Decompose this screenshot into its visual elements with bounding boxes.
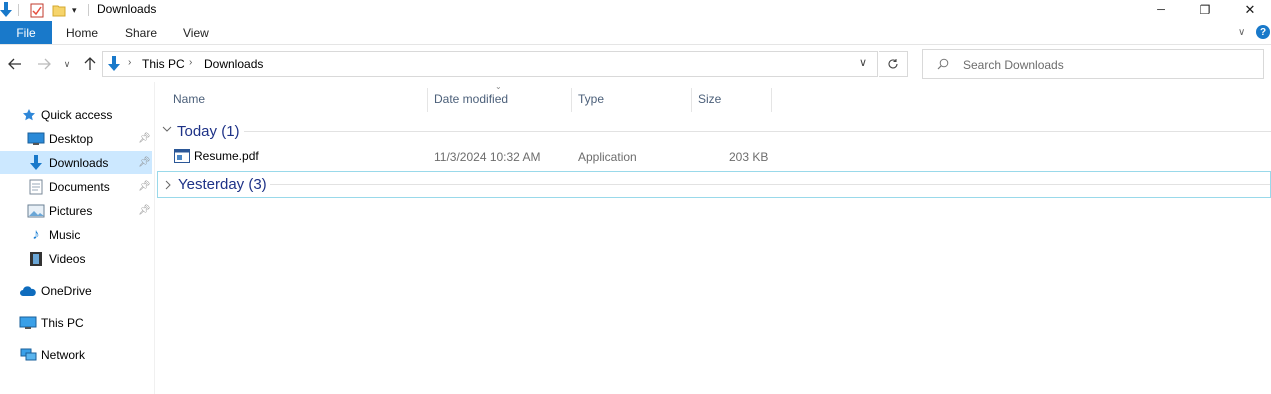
new-folder-icon[interactable] xyxy=(52,2,66,18)
chevron-down-icon xyxy=(162,123,172,137)
sidebar-item-label: Network xyxy=(41,347,86,362)
address-dropdown-icon[interactable]: ∨ xyxy=(859,56,867,69)
expand-ribbon-icon[interactable]: ∨ xyxy=(1238,21,1245,44)
tab-file[interactable]: File xyxy=(0,21,52,44)
breadcrumb-downloads[interactable]: Downloads xyxy=(204,57,263,71)
up-arrow-icon xyxy=(84,57,96,70)
sidebar-item-label: Quick access xyxy=(41,107,113,122)
column-divider[interactable] xyxy=(427,88,428,112)
refresh-button[interactable] xyxy=(879,51,908,77)
search-placeholder: Search Downloads xyxy=(963,58,1064,72)
sidebar-item-label: Documents xyxy=(49,179,110,194)
sidebar-item-documents[interactable]: Documents 📌︎ xyxy=(0,175,152,198)
tab-view[interactable]: View xyxy=(183,21,209,44)
pin-icon: 📌︎ xyxy=(138,181,151,192)
back-button[interactable] xyxy=(5,53,25,75)
documents-icon xyxy=(27,179,45,195)
sidebar-item-label: OneDrive xyxy=(41,283,92,298)
column-header-size[interactable]: Size xyxy=(698,86,721,112)
help-icon[interactable]: ? xyxy=(1256,25,1270,39)
navigation-pane: Quick access Desktop 📌︎ Downloads 📌︎ Doc… xyxy=(0,90,154,394)
sidebar-item-label: Music xyxy=(49,227,81,242)
downloads-folder-icon xyxy=(0,2,12,18)
title-separator xyxy=(88,4,89,16)
tab-share[interactable]: Share xyxy=(125,21,157,44)
sidebar-item-label: Desktop xyxy=(49,131,94,146)
sidebar-item-desktop[interactable]: Desktop 📌︎ xyxy=(0,127,152,150)
sidebar-item-label: Pictures xyxy=(49,203,93,218)
file-date-modified: 11/3/2024 10:32 AM xyxy=(434,150,541,164)
videos-icon xyxy=(27,251,45,267)
column-header-name[interactable]: Name xyxy=(173,86,205,112)
breadcrumb-chevron-icon: › xyxy=(189,57,193,68)
recent-locations-dropdown[interactable]: ∨ xyxy=(60,53,74,75)
ribbon-tabs: File Home Share View ∨ ? xyxy=(0,21,1271,45)
breadcrumb-chevron-icon: › xyxy=(128,57,132,68)
maximize-button[interactable]: ❐ xyxy=(1182,0,1228,20)
close-button[interactable]: ✕ xyxy=(1227,0,1271,20)
search-box[interactable]: Search Downloads xyxy=(922,49,1264,79)
file-type: Application xyxy=(578,150,637,164)
sidebar-item-label: Videos xyxy=(49,251,86,266)
minimize-icon: ─ xyxy=(1157,4,1165,16)
downloads-icon xyxy=(27,154,45,171)
sidebar-item-onedrive[interactable]: OneDrive xyxy=(0,279,152,302)
up-button[interactable] xyxy=(80,53,100,75)
sidebar-item-pictures[interactable]: Pictures 📌︎ xyxy=(0,199,152,222)
sidebar-item-this-pc[interactable]: This PC xyxy=(0,311,152,334)
column-header-type[interactable]: Type xyxy=(578,86,604,112)
restore-icon: ❐ xyxy=(1199,3,1211,17)
forward-arrow-icon xyxy=(38,58,51,70)
address-bar[interactable]: › This PC › Downloads ∨ xyxy=(102,51,878,77)
group-header-today[interactable]: Today (1) xyxy=(157,118,1271,144)
sort-chevron-icon: ⌄ xyxy=(495,82,502,91)
pin-icon: 📌︎ xyxy=(138,157,151,168)
sidebar-item-label: Downloads xyxy=(49,155,109,170)
file-name: Resume.pdf xyxy=(194,149,259,163)
file-size: 203 KB xyxy=(729,150,769,164)
window-title: Downloads xyxy=(97,2,157,16)
pane-divider[interactable] xyxy=(154,82,155,394)
computer-icon xyxy=(19,315,37,331)
forward-button[interactable] xyxy=(34,53,54,75)
group-divider-line xyxy=(270,184,1270,185)
toolbar-separator xyxy=(18,4,19,16)
sidebar-item-videos[interactable]: Videos xyxy=(0,247,152,270)
group-divider-line xyxy=(244,131,1271,132)
minimize-button[interactable]: ─ xyxy=(1138,0,1184,20)
navigation-bar: ∨ › This PC › Downloads ∨ Search Downloa… xyxy=(0,47,1271,81)
desktop-icon xyxy=(27,131,45,147)
music-icon: ♪ xyxy=(32,226,40,243)
star-icon xyxy=(20,107,38,123)
column-divider[interactable] xyxy=(771,88,772,112)
group-label: Today (1) xyxy=(177,122,240,140)
sidebar-item-downloads[interactable]: Downloads 📌︎ xyxy=(0,151,152,174)
sidebar-item-network[interactable]: Network xyxy=(0,343,152,366)
group-label: Yesterday (3) xyxy=(178,176,267,193)
properties-icon[interactable] xyxy=(30,2,44,18)
search-icon xyxy=(937,58,949,73)
pictures-icon xyxy=(27,203,45,219)
breadcrumb-this-pc[interactable]: This PC xyxy=(142,57,185,71)
chevron-right-icon xyxy=(163,179,173,193)
sidebar-item-music[interactable]: ♪ Music xyxy=(0,223,152,246)
customize-toolbar-dropdown[interactable]: ▾ xyxy=(72,2,77,18)
sidebar-item-quick-access[interactable]: Quick access xyxy=(0,103,152,126)
sidebar-item-label: This PC xyxy=(41,315,84,330)
cloud-icon xyxy=(19,283,37,299)
refresh-icon xyxy=(888,59,898,69)
back-arrow-icon xyxy=(8,58,21,70)
application-file-icon xyxy=(174,149,190,166)
column-divider[interactable] xyxy=(691,88,692,112)
file-row[interactable]: Resume.pdf 11/3/2024 10:32 AM Applicatio… xyxy=(157,145,777,167)
column-divider[interactable] xyxy=(571,88,572,112)
group-header-yesterday[interactable]: Yesterday (3) xyxy=(157,171,1271,198)
pin-icon: 📌︎ xyxy=(138,133,151,144)
downloads-location-icon xyxy=(107,56,121,75)
title-bar: ▾ Downloads ─ ❐ ✕ xyxy=(0,0,1271,20)
pin-icon: 📌︎ xyxy=(138,205,151,216)
tab-home[interactable]: Home xyxy=(66,21,98,44)
close-icon: ✕ xyxy=(1244,2,1256,17)
network-icon xyxy=(19,347,37,363)
